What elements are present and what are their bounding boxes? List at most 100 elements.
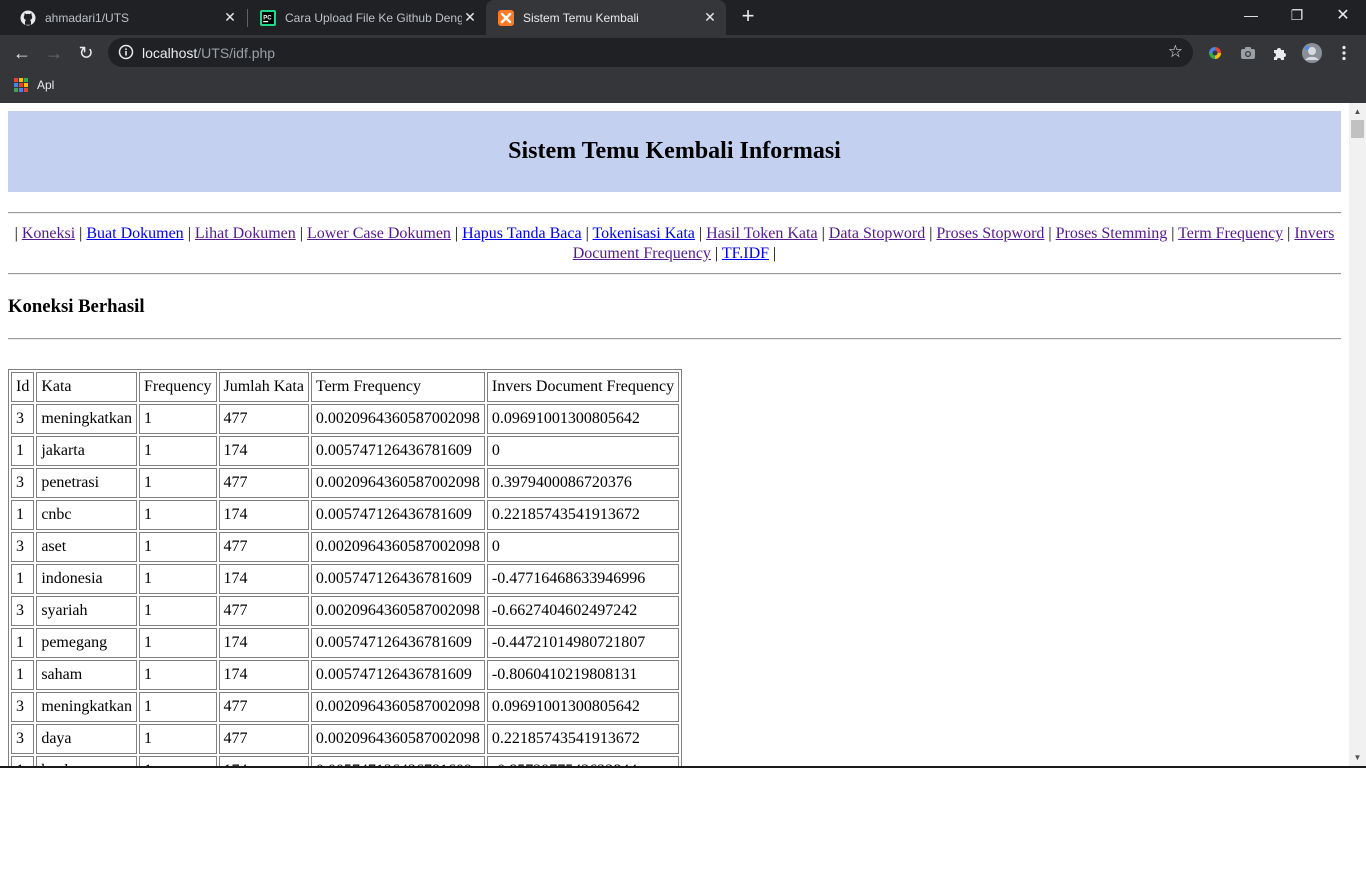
menu-kebab-icon[interactable] [1334,43,1354,63]
table-cell: 1 [138,532,217,562]
table-cell: 1 [138,500,217,530]
table-row: 1bank11740.005747126436781609-0.85729775… [11,756,680,766]
nav-separator: | [1048,225,1052,242]
forward-button[interactable]: → [40,39,68,67]
tab-title: Sistem Temu Kembali [523,10,639,25]
bookmark-apps-label: Apl [37,78,55,92]
table-row: 1 jakarta 1 174 0.005747126436781609 0 [11,436,680,466]
table-cell: 174 [218,436,309,466]
table-cell: penetrasi [36,468,137,498]
tab-strip: ahmadari1/UTS ✕ PC Cara Upload File Ke G… [0,0,1366,35]
table-cell: 174 [218,756,309,766]
table-cell: 0.22185743541913672 [486,500,680,530]
table-cell: saham [36,660,137,690]
table-cell: 3 [11,532,35,562]
tab-pycharm[interactable]: PC Cara Upload File Ke Github Deng ✕ [240,0,486,35]
table-cell: cnbc [36,500,137,530]
table-cell: 0.005747126436781609 [310,436,485,466]
nav-separator: | [14,225,18,242]
nav-separator: | [773,245,777,262]
table-cell: -0.6627404602497242 [486,596,680,626]
table-cell: syariah [36,596,137,626]
table-cell: 0.0020964360587002098 [310,404,485,434]
table-row: 1 indonesia 1 174 0.005747126436781609 -0.477… [11,564,680,594]
table-cell: jakarta [36,436,137,466]
nav-link-term-frequency[interactable]: Term Frequency [1178,225,1283,242]
table-cell: 1 [11,564,35,594]
table-header-row: Id Kata Frequency Jumlah Kata Term Frequency… [11,372,680,402]
tab-title: ahmadari1/UTS [45,10,130,25]
divider [8,273,1341,275]
tab-close-icon[interactable]: ✕ [462,9,478,26]
scroll-down-arrow-icon[interactable]: ▼ [1349,749,1366,766]
nav-link-buat-dokumen[interactable]: Buat Dokumen [86,225,183,242]
column-header: Id [11,372,35,402]
connection-status: Koneksi Berhasil [8,296,145,317]
restore-button[interactable]: ❐ [1274,0,1320,30]
table-cell: 477 [218,692,309,722]
table-cell: 0.0020964360587002098 [310,596,485,626]
column-header: Jumlah Kata [218,372,309,402]
nav-link-data-stopword[interactable]: Data Stopword [829,225,925,242]
nav-separator: | [1287,225,1291,242]
nav-link-lihat-dokumen[interactable]: Lihat Dokumen [195,225,296,242]
idf-table: Id Kata Frequency Jumlah Kata Term Frequency… [8,369,683,766]
table-row: 1 pemegang 1 174 0.005747126436781609 -0.4472… [11,628,680,658]
nav-link-hasil-token-kata[interactable]: Hasil Token Kata [706,225,817,242]
new-tab-button[interactable]: + [736,5,760,29]
tab-github[interactable]: ahmadari1/UTS ✕ [0,0,246,35]
tab-close-icon[interactable]: ✕ [702,9,718,26]
table-cell: 174 [218,660,309,690]
table-cell: meningkatkan [36,692,137,722]
tab-sistem-temu-kembali[interactable]: Sistem Temu Kembali ✕ [486,0,726,35]
table-row: 3 meningkatkan 1 477 0.0020964360587002098 0.… [11,692,680,722]
nav-link-hapus-tanda-baca[interactable]: Hapus Tanda Baca [462,225,581,242]
reload-button[interactable]: ↻ [72,39,100,67]
close-window-button[interactable]: ✕ [1320,0,1366,30]
back-button[interactable]: ← [8,39,36,67]
nav-link-proses-stemming[interactable]: Proses Stemming [1056,225,1168,242]
nav-link-proses-stopword[interactable]: Proses Stopword [936,225,1044,242]
column-header: Frequency [138,372,217,402]
page-scrollbar[interactable]: ▲ ▼ [1349,103,1366,766]
tab-close-icon[interactable]: ✕ [222,9,238,26]
divider [8,338,1341,340]
page-content: Sistem Temu Kembali Informasi | Koneksi … [8,111,1341,766]
nav-link-tf-idf[interactable]: TF.IDF [722,245,769,262]
xampp-icon [498,9,514,26]
page-header: Sistem Temu Kembali Informasi [8,111,1341,192]
nav-separator: | [1171,225,1175,242]
table-cell: 0.0020964360587002098 [310,532,485,562]
table-cell: 0 [486,532,680,562]
address-bar[interactable]: localhost/UTS/idf.php ☆ [108,38,1193,67]
page-title: Sistem Temu Kembali Informasi [508,138,841,164]
column-header: Term Frequency [310,372,485,402]
table-cell: 3 [11,404,35,434]
bookmark-apps[interactable]: Apl [14,78,54,92]
nav-link-koneksi[interactable]: Koneksi [22,225,75,242]
table-cell: -0.8060410219808131 [486,660,680,690]
tab-title: Cara Upload File Ke Github Deng [285,10,462,25]
scrollbar-thumb[interactable] [1351,120,1364,138]
table-cell: 1 [11,500,35,530]
extensions-puzzle-icon[interactable] [1270,43,1290,63]
camera-icon[interactable] [1238,43,1258,63]
browser-toolbar: ← → ↻ localhost/UTS/idf.php ☆ [0,35,1366,70]
table-cell: 1 [138,628,217,658]
scroll-up-arrow-icon[interactable]: ▲ [1349,103,1366,120]
bookmark-star-icon[interactable]: ☆ [1168,43,1183,61]
column-header: Kata [36,372,137,402]
nav-separator: | [929,225,933,242]
table-cell: 0.005747126436781609 [310,564,485,594]
table-cell: 477 [218,596,309,626]
table-cell: 0.22185743541913672 [486,724,680,754]
nav-link-tokenisasi-kata[interactable]: Tokenisasi Kata [593,225,695,242]
info-icon[interactable] [118,44,134,60]
table-row: 3 aset 1 477 0.0020964360587002098 0 [11,532,680,562]
table-cell: 3 [11,692,35,722]
minimize-button[interactable]: — [1228,0,1274,30]
profile-avatar-icon[interactable] [1301,42,1323,64]
nav-link-lower-case-dokumen[interactable]: Lower Case Dokumen [307,225,451,242]
extension-color-icon[interactable] [1205,43,1225,63]
nav-separator: | [714,245,719,262]
